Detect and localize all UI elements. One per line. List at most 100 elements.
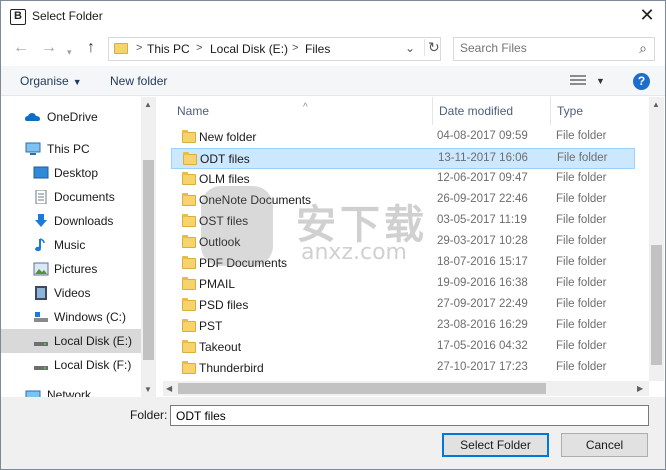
file-row[interactable]: PMAIL 19-09-2016 16:38 File folder <box>171 274 635 295</box>
refresh-icon[interactable]: ↻ <box>424 39 440 56</box>
scroll-up-arrow-icon[interactable]: ▲ <box>144 100 152 109</box>
select-folder-button[interactable]: Select Folder <box>442 433 549 457</box>
sidebar-item-downloads[interactable]: Downloads <box>1 209 141 233</box>
view-options-icon[interactable] <box>570 74 586 87</box>
file-type: File folder <box>556 130 607 142</box>
view-dropdown-chevron-icon[interactable]: ▼ <box>596 76 605 86</box>
organise-label: Organise <box>20 74 69 88</box>
column-header-date[interactable]: Date modified <box>433 97 551 125</box>
forward-arrow-icon[interactable]: → <box>41 39 57 57</box>
pictures-icon <box>33 262 49 276</box>
file-row[interactable]: ODT files 13-11-2017 16:06 File folder <box>171 148 635 169</box>
file-list-vertical-scrollbar[interactable]: ▲ <box>649 97 664 381</box>
new-folder-button[interactable]: New folder <box>110 74 167 88</box>
downloads-icon <box>35 214 47 227</box>
folder-icon <box>182 277 196 290</box>
search-input[interactable] <box>460 41 625 55</box>
file-row[interactable]: PSD files 27-09-2017 22:49 File folder <box>171 295 635 316</box>
file-row[interactable]: Thunderbird 27-10-2017 17:23 File folder <box>171 358 635 379</box>
back-arrow-icon[interactable]: ← <box>13 39 29 57</box>
file-type: File folder <box>556 214 607 226</box>
file-row[interactable]: New folder 04-08-2017 09:59 File folder <box>171 127 635 148</box>
sidebar-item-windows-c[interactable]: Windows (C:) <box>1 305 141 329</box>
file-row[interactable]: PST 23-08-2016 16:29 File folder <box>171 316 635 337</box>
folder-icon <box>182 319 196 332</box>
file-row[interactable]: OST files 03-05-2017 11:19 File folder <box>171 211 635 232</box>
breadcrumb-files[interactable]: Files <box>305 42 330 56</box>
file-date-modified: 17-05-2016 04:32 <box>437 340 528 352</box>
documents-icon <box>35 190 47 204</box>
scroll-down-arrow-icon[interactable]: ▼ <box>144 385 152 394</box>
file-name: PST <box>199 319 223 333</box>
sidebar-item-this-pc[interactable]: This PC <box>1 137 141 161</box>
address-bar[interactable]: > This PC > Local Disk (E:) > Files ⌄ ↻ <box>108 37 441 61</box>
scroll-right-arrow-icon[interactable]: ▶ <box>637 384 643 393</box>
sidebar-item-music[interactable]: Music <box>1 233 141 257</box>
folder-name-field[interactable] <box>170 405 649 426</box>
organise-menu-button[interactable]: Organise ▼ <box>20 74 82 88</box>
sidebar-item-label: Pictures <box>54 262 98 276</box>
breadcrumb-separator[interactable]: > <box>196 42 202 54</box>
breadcrumb-separator[interactable]: > <box>292 42 298 54</box>
folder-icon <box>182 361 196 374</box>
sidebar-item-desktop[interactable]: Desktop <box>1 161 141 185</box>
sidebar-item-pictures[interactable]: Pictures <box>1 257 141 281</box>
file-date-modified: 04-08-2017 09:59 <box>437 130 528 142</box>
scroll-left-arrow-icon[interactable]: ◀ <box>166 384 172 393</box>
file-date-modified: 12-06-2017 09:47 <box>437 172 528 184</box>
title-bar: B Select Folder ✕ <box>1 1 665 32</box>
sidebar-item-label: Downloads <box>54 214 114 228</box>
search-box[interactable]: ⌕ <box>453 37 655 61</box>
folder-label: Folder: <box>130 408 168 422</box>
search-icon[interactable]: ⌕ <box>639 40 647 57</box>
navigation-pane-scrollbar[interactable]: ▲ ▼ <box>141 97 156 397</box>
close-button[interactable]: ✕ <box>635 5 659 27</box>
breadcrumb-separator[interactable]: > <box>136 42 142 54</box>
file-name: PDF Documents <box>199 256 288 270</box>
sidebar-item-local-disk-f[interactable]: Local Disk (F:) <box>1 353 141 377</box>
sidebar-item-videos[interactable]: Videos <box>1 281 141 305</box>
sort-ascending-icon: ^ <box>303 102 308 113</box>
column-header-name[interactable]: Name ^ <box>171 97 433 125</box>
file-row[interactable]: Outlook 29-03-2017 10:28 File folder <box>171 232 635 253</box>
column-header-type[interactable]: Type <box>551 97 649 125</box>
scroll-up-arrow-icon[interactable]: ▲ <box>652 100 660 109</box>
sidebar-item-label: Windows (C:) <box>54 310 127 324</box>
file-type: File folder <box>557 152 608 164</box>
sidebar-item-documents[interactable]: Documents <box>1 185 141 209</box>
address-dropdown-chevron-icon[interactable]: ⌄ <box>405 41 415 55</box>
file-date-modified: 27-10-2017 17:23 <box>437 361 528 373</box>
sidebar-item-network[interactable]: Network <box>1 383 141 397</box>
file-row[interactable]: OLM files 12-06-2017 09:47 File folder <box>171 169 635 190</box>
sidebar-item-label: This PC <box>47 142 90 156</box>
sidebar-item-local-disk-e[interactable]: Local Disk (E:) <box>1 329 141 353</box>
recent-locations-chevron-icon[interactable]: ▾ <box>67 43 72 61</box>
file-row[interactable]: Takeout 17-05-2016 04:32 File folder <box>171 337 635 358</box>
file-list-horizontal-scrollbar[interactable]: ◀ ▶ <box>163 381 649 396</box>
scrollbar-thumb[interactable] <box>143 160 154 360</box>
file-row[interactable]: PDF Documents 18-07-2016 15:17 File folder <box>171 253 635 274</box>
breadcrumb-local-disk-e[interactable]: Local Disk (E:) <box>210 42 288 56</box>
folder-icon <box>182 172 196 185</box>
help-icon[interactable]: ? <box>633 73 650 90</box>
file-type: File folder <box>556 340 607 352</box>
sidebar-item-label: Local Disk (E:) <box>54 334 133 348</box>
file-name: New folder <box>199 130 257 144</box>
sidebar-item-onedrive[interactable]: OneDrive <box>1 105 141 129</box>
file-type: File folder <box>556 256 607 268</box>
up-arrow-icon[interactable]: ↑ <box>87 39 95 57</box>
file-type: File folder <box>556 193 607 205</box>
file-type: File folder <box>556 277 607 289</box>
folder-icon <box>182 130 196 143</box>
breadcrumb-this-pc[interactable]: This PC <box>147 42 190 56</box>
file-date-modified: 13-11-2017 16:06 <box>438 152 528 164</box>
file-type: File folder <box>556 319 607 331</box>
folder-icon <box>114 43 128 54</box>
column-header-name-label: Name <box>177 104 210 118</box>
sidebar-item-label: Desktop <box>54 166 99 180</box>
scrollbar-thumb[interactable] <box>651 245 662 365</box>
sidebar-item-label: Network <box>47 388 92 397</box>
scrollbar-thumb[interactable] <box>178 383 546 394</box>
cancel-button[interactable]: Cancel <box>561 433 648 457</box>
file-row[interactable]: OneNote Documents 26-09-2017 22:46 File fo… <box>171 190 635 211</box>
